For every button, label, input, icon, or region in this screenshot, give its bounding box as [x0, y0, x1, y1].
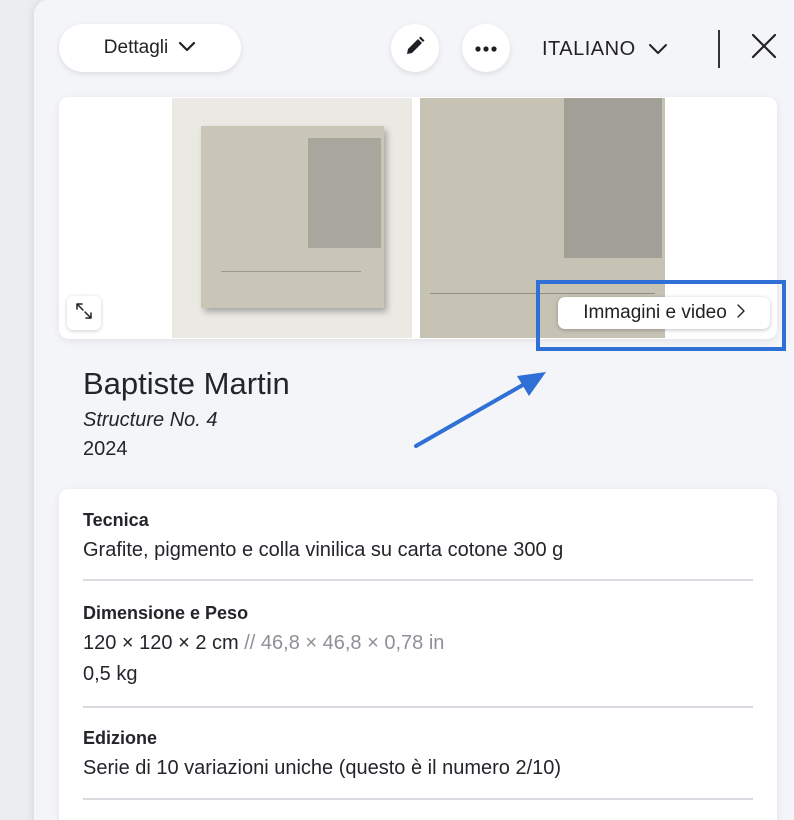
- chevron-right-icon: [737, 302, 745, 324]
- expand-button[interactable]: [67, 296, 101, 330]
- images-and-videos-label: Immagini e video: [583, 302, 727, 323]
- artwork-line: [221, 271, 361, 272]
- toolbar-divider: [718, 30, 720, 68]
- artwork-dark-rectangle: [308, 138, 381, 248]
- weight-value: 0,5 kg: [83, 663, 138, 685]
- artwork-line: [430, 293, 655, 294]
- close-button[interactable]: [748, 32, 780, 64]
- artwork-year: 2024: [83, 438, 128, 460]
- media-gallery: Immagini e video: [59, 97, 777, 339]
- annotation-arrow: [414, 372, 546, 448]
- more-options-button[interactable]: [462, 24, 510, 72]
- chevron-down-icon: [178, 37, 196, 59]
- edition-value: Serie di 10 variazioni uniche (questo è …: [83, 757, 562, 779]
- dimensions-cm: 120 × 120 × 2 cm: [83, 632, 239, 654]
- technique-value: Grafite, pigmento e colla vinilica su ca…: [83, 539, 564, 561]
- edit-button[interactable]: [391, 24, 439, 72]
- technique-label: Tecnica: [83, 510, 149, 530]
- expand-icon: [75, 302, 93, 325]
- chevron-down-icon: [648, 38, 668, 61]
- close-icon: [751, 33, 777, 64]
- artwork-canvas: [201, 126, 384, 308]
- dimensions-value: 120 × 120 × 2 cm // 46,8 × 46,8 × 0,78 i…: [83, 632, 444, 655]
- details-dropdown-label: Dettagli: [103, 37, 169, 58]
- artwork-image-1[interactable]: [172, 98, 412, 338]
- dimensions-label: Dimensione e Peso: [83, 603, 249, 623]
- artist-name: Baptiste Martin: [83, 366, 290, 401]
- images-and-videos-button[interactable]: Immagini e video: [558, 297, 770, 329]
- artwork-dark-rectangle: [564, 98, 662, 258]
- edition-label: Edizione: [83, 728, 158, 748]
- divider: [83, 798, 753, 800]
- language-selector[interactable]: ITALIANO: [542, 34, 668, 64]
- language-label: ITALIANO: [542, 37, 636, 60]
- more-horizontal-icon: [475, 39, 497, 57]
- divider: [83, 579, 753, 581]
- details-card: Tecnica Grafite, pigmento e colla vinili…: [59, 489, 777, 820]
- details-dropdown-button[interactable]: Dettagli: [59, 24, 241, 72]
- dimensions-inches: // 46,8 × 46,8 × 0,78 in: [244, 632, 445, 654]
- pencil-icon: [404, 35, 426, 62]
- divider: [83, 706, 753, 708]
- artwork-title: Structure No. 4: [83, 409, 218, 431]
